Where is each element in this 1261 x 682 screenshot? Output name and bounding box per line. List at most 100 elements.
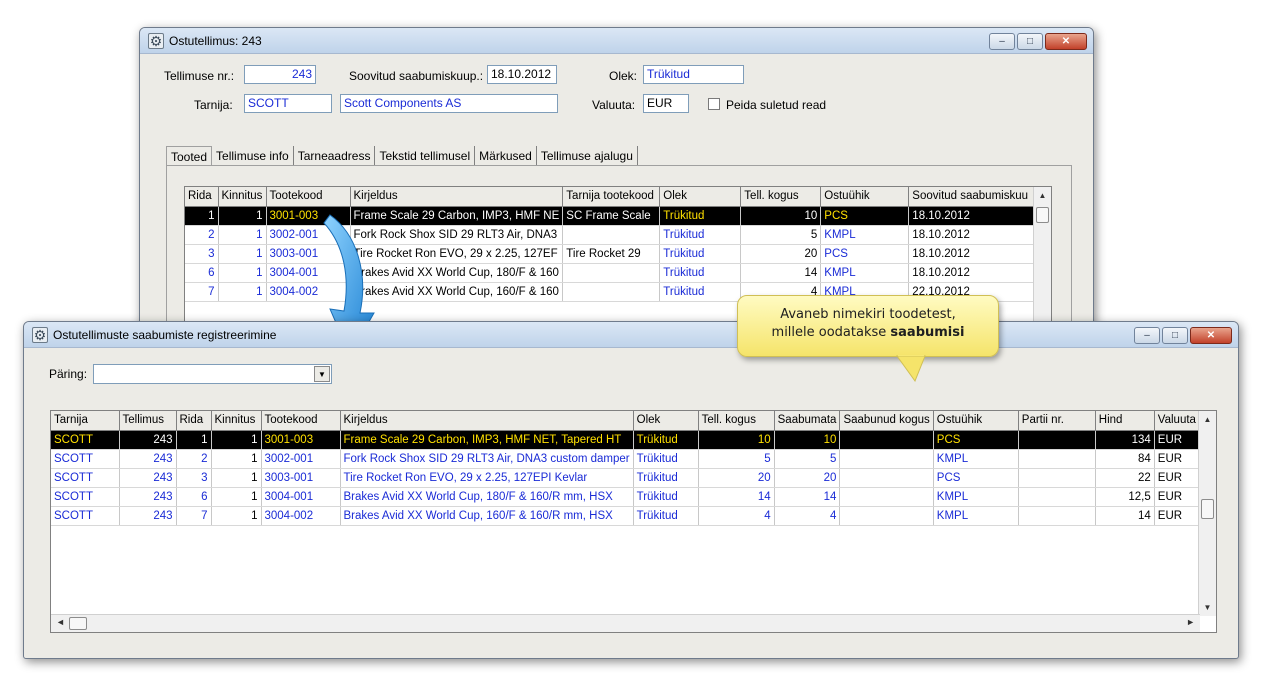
grid-header-row: Rida Kinnitus Tootekood Kirjeldus Tarnij… <box>185 187 1035 207</box>
cell-hind: 14 <box>1095 506 1155 526</box>
col-header[interactable]: Rida <box>176 411 212 431</box>
cell-saabumata: 4 <box>774 506 841 526</box>
cell-hind: 22 <box>1095 468 1155 488</box>
cell-kirjeldus: Fork Rock Shox SID 29 RLT3 Air, DNA3 cus… <box>340 449 634 469</box>
status-field[interactable]: Trükitud <box>643 65 744 84</box>
tab-tellimuse-ajalugu[interactable]: Tellimuse ajalugu <box>537 146 638 166</box>
cell-partii-nr[interactable] <box>1018 449 1096 469</box>
maximize-button[interactable]: □ <box>1162 327 1188 344</box>
table-row[interactable]: 3 1 3003-001 Tire Rocket Ron EVO, 29 x 2… <box>185 244 1035 264</box>
table-row[interactable]: 6 1 3004-001 Brakes Avid XX World Cup, 1… <box>185 263 1035 283</box>
tab-tellimuse-info[interactable]: Tellimuse info <box>212 146 294 166</box>
col-header[interactable]: Tarnija <box>51 411 120 431</box>
col-header[interactable]: Partii nr. <box>1018 411 1096 431</box>
cell-saabunud-kogus[interactable] <box>839 430 934 450</box>
cell-partii-nr[interactable] <box>1018 506 1096 526</box>
query-select[interactable]: ▼ <box>93 364 332 384</box>
col-header[interactable]: Soovitud saabumiskuu <box>908 187 1035 207</box>
arrivals-grid[interactable]: Tarnija Tellimus Rida Kinnitus Tootekood… <box>50 410 1217 633</box>
col-header[interactable]: Kinnitus <box>218 187 267 207</box>
cell-kirjeldus: Brakes Avid XX World Cup, 180/F & 160/R … <box>340 487 634 507</box>
close-button[interactable]: ✕ <box>1045 33 1087 50</box>
col-header[interactable]: Kirjeldus <box>340 411 634 431</box>
col-header[interactable]: Hind <box>1095 411 1155 431</box>
arrival-registration-window: ⚙ Ostutellimuste saabumiste registreerim… <box>23 321 1239 659</box>
table-row[interactable]: SCOTT 243 3 1 3003-001 Tire Rocket Ron E… <box>51 468 1207 488</box>
tab-markused[interactable]: Märkused <box>475 146 537 166</box>
table-row[interactable]: SCOTT 243 6 1 3004-001 Brakes Avid XX Wo… <box>51 487 1207 507</box>
cell-saabunud-kogus[interactable] <box>839 468 934 488</box>
cell-kinnitus: 1 <box>218 225 267 245</box>
cell-kinnitus: 1 <box>218 206 267 226</box>
order-no-label: Tellimuse nr.: <box>164 69 235 83</box>
hide-closed-checkbox[interactable] <box>708 98 720 110</box>
col-header[interactable]: Tootekood <box>266 187 351 207</box>
horizontal-scrollbar[interactable]: ◄ ► <box>51 614 1200 632</box>
minimize-button[interactable]: – <box>989 33 1015 50</box>
col-header[interactable]: Ostuühik <box>933 411 1019 431</box>
scroll-down-icon[interactable]: ▼ <box>1199 603 1216 612</box>
cell-saabumata: 10 <box>774 430 841 450</box>
cell-tootekood: 3004-002 <box>261 506 341 526</box>
table-row[interactable]: SCOTT 243 7 1 3004-002 Brakes Avid XX Wo… <box>51 506 1207 526</box>
close-button[interactable]: ✕ <box>1190 327 1232 344</box>
table-row[interactable]: 1 1 3001-003 Frame Scale 29 Carbon, IMP3… <box>185 206 1035 226</box>
scroll-thumb[interactable] <box>1036 207 1049 223</box>
order-no-field[interactable]: 243 <box>244 65 316 84</box>
cell-kirjeldus: Frame Scale 29 Carbon, IMP3, HMF NET, Ta… <box>340 430 634 450</box>
col-header[interactable]: Saabumata <box>774 411 841 431</box>
scroll-up-icon[interactable]: ▲ <box>1199 415 1216 424</box>
col-header[interactable]: Saabunud kogus <box>839 411 934 431</box>
minimize-button[interactable]: – <box>1134 327 1160 344</box>
col-header[interactable]: Tell. kogus <box>698 411 775 431</box>
col-header[interactable]: Tarnija tootekood <box>562 187 661 207</box>
arrival-date-field[interactable]: 18.10.2012 <box>487 65 557 84</box>
scroll-thumb[interactable] <box>69 617 87 630</box>
cell-soovitud-kuup: 18.10.2012 <box>908 225 1035 245</box>
cell-partii-nr[interactable] <box>1018 430 1096 450</box>
cell-saabunud-kogus[interactable] <box>839 506 934 526</box>
tab-tarneaadress[interactable]: Tarneaadress <box>294 146 376 166</box>
col-header[interactable]: Ostuühik <box>820 187 910 207</box>
col-header[interactable]: Olek <box>659 187 742 207</box>
scroll-left-icon[interactable]: ◄ <box>56 617 65 627</box>
cell-tarnija-tootekood <box>562 225 661 245</box>
cell-saabunud-kogus[interactable] <box>839 449 934 469</box>
cell-kinnitus: 1 <box>218 244 267 264</box>
tab-tekstid-tellimusel[interactable]: Tekstid tellimusel <box>375 146 476 166</box>
tab-tooted[interactable]: Tooted <box>166 146 213 166</box>
cell-ostuuhik: PCS <box>933 468 1019 488</box>
scroll-thumb[interactable] <box>1201 499 1214 519</box>
col-header[interactable]: Olek <box>633 411 699 431</box>
col-header[interactable]: Kirjeldus <box>350 187 564 207</box>
scroll-up-icon[interactable]: ▲ <box>1034 191 1051 200</box>
chevron-down-icon[interactable]: ▼ <box>314 366 330 382</box>
window-title: Ostutellimuste saabumiste registreerimin… <box>53 327 277 342</box>
scroll-right-icon[interactable]: ► <box>1186 617 1195 627</box>
col-header[interactable]: Tootekood <box>261 411 341 431</box>
cell-tellimus: 243 <box>119 449 177 469</box>
vertical-scrollbar[interactable]: ▲ ▼ <box>1198 411 1216 616</box>
maximize-button[interactable]: □ <box>1017 33 1043 50</box>
cell-tarnija-tootekood <box>562 282 661 302</box>
col-header[interactable]: Kinnitus <box>211 411 262 431</box>
hide-closed-label: Peida suletud read <box>726 98 827 112</box>
table-row[interactable]: SCOTT 243 1 1 3001-003 Frame Scale 29 Ca… <box>51 430 1207 450</box>
cell-hind: 134 <box>1095 430 1155 450</box>
supplier-name-field[interactable]: Scott Components AS <box>340 94 558 113</box>
cell-tellimus: 243 <box>119 506 177 526</box>
currency-label: Valuuta: <box>592 98 636 112</box>
cell-partii-nr[interactable] <box>1018 487 1096 507</box>
cell-partii-nr[interactable] <box>1018 468 1096 488</box>
table-row[interactable]: 2 1 3002-001 Fork Rock Shox SID 29 RLT3 … <box>185 225 1035 245</box>
col-header[interactable]: Tellimus <box>119 411 177 431</box>
col-header[interactable]: Tell. kogus <box>740 187 822 207</box>
callout-pointer <box>896 355 926 383</box>
cell-kinnitus: 1 <box>211 487 262 507</box>
supplier-code-field[interactable]: SCOTT <box>244 94 332 113</box>
col-header[interactable]: Rida <box>185 187 219 207</box>
table-row[interactable]: SCOTT 243 2 1 3002-001 Fork Rock Shox SI… <box>51 449 1207 469</box>
cell-saabunud-kogus[interactable] <box>839 487 934 507</box>
cell-olek: Trükitud <box>659 282 742 302</box>
currency-field[interactable]: EUR <box>643 94 689 113</box>
